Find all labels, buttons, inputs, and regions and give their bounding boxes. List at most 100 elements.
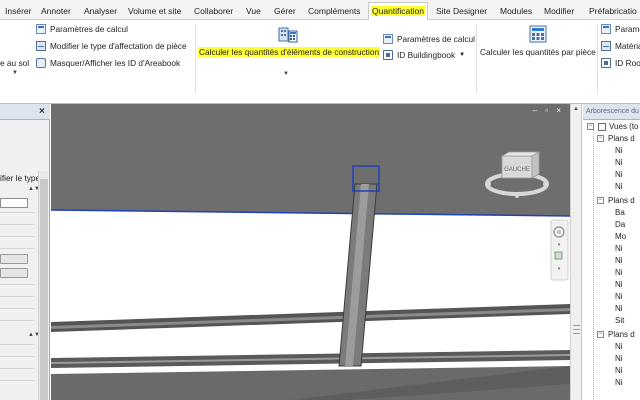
ribbon-panel: e au sol ▼ Paramètres de calcul Modifier…	[0, 20, 640, 104]
edit-icon	[36, 41, 46, 51]
tree-item[interactable]: Ni	[615, 303, 623, 315]
property-value-field[interactable]	[0, 198, 28, 208]
tab-modules[interactable]: Modules	[500, 3, 532, 19]
ribbon-truncated-label: e au sol	[0, 58, 30, 68]
ribbon-truncated-button[interactable]: e au sol	[0, 56, 29, 70]
calc-by-room-label: Calculer les quantités par pièce	[480, 47, 596, 57]
calc-params-label-2: Paramètres de calcul	[397, 34, 475, 44]
viewport-scrollbar[interactable]: ▲	[570, 104, 582, 400]
tree-item[interactable]: Ni	[615, 169, 623, 181]
tree-group-label: Plans d	[608, 330, 635, 339]
id-buildingbook-button[interactable]: ID Buildingbook ▼	[383, 48, 465, 62]
viewport-window-controls[interactable]: ‒ ▫ ×	[533, 106, 564, 115]
ceiling-slab[interactable]	[51, 104, 570, 216]
tab-complements[interactable]: Compléments	[308, 3, 360, 19]
compass-marker-icon	[487, 182, 491, 186]
navigation-bar: ▾ ▾	[550, 219, 569, 281]
collapse-icon[interactable]: −	[597, 197, 604, 204]
tree-item[interactable]: Ni	[615, 353, 623, 365]
toggle-areabook-id-button[interactable]: Masquer/Afficher les ID d'Areabook	[36, 56, 180, 70]
tab-annoter[interactable]: Annoter	[41, 3, 71, 19]
materials-button-truncated[interactable]: Matéria	[601, 39, 640, 53]
scroll-up-icon[interactable]: ▲	[573, 106, 579, 112]
calc-params-button-2[interactable]: Paramètres de calcul	[383, 32, 475, 46]
property-row-divider	[0, 296, 34, 297]
3d-scene[interactable]: GAUCHE ▾ ▾	[51, 104, 570, 400]
tab-vue[interactable]: Vue	[246, 3, 261, 19]
edit-type-label[interactable]: ifier le type	[0, 173, 40, 183]
ribbon-separator	[476, 24, 477, 94]
tree-item[interactable]: Mo	[615, 231, 626, 243]
property-row-divider	[0, 236, 34, 237]
collapse-icon[interactable]: −	[587, 123, 594, 130]
tab-quantification[interactable]: Quantification	[368, 2, 428, 21]
properties-panel: × ifier le type ▲▼ ▲▼	[0, 104, 50, 400]
property-row-divider	[0, 356, 34, 357]
id-buildingbook-label: ID Buildingbook	[397, 50, 456, 60]
calc-params-button-1[interactable]: Paramètres de calcul	[36, 22, 128, 36]
id-room-label-truncated: ID Roo	[615, 58, 640, 68]
3d-viewport[interactable]: GAUCHE ▾ ▾ ‒ ▫ ×	[51, 104, 570, 400]
tree-item[interactable]: Ni	[615, 377, 623, 389]
ribbon-separator	[195, 24, 196, 94]
tree-item[interactable]: Da	[615, 219, 625, 231]
tree-guide-line	[593, 127, 594, 400]
tree-item[interactable]: Ni	[615, 279, 623, 291]
property-row-divider	[0, 320, 34, 321]
tree-item[interactable]: Ni	[615, 365, 623, 377]
collapse-icon[interactable]: −	[597, 135, 604, 142]
tree-item[interactable]: Ni	[615, 291, 623, 303]
calc-elements-caret-icon: ▼	[283, 71, 289, 77]
tab-modifier[interactable]: Modifier	[544, 3, 574, 19]
id-icon	[601, 58, 611, 68]
room-calc-icon	[529, 25, 547, 43]
tree-item[interactable]: Ni	[615, 341, 623, 353]
steering-wheel-hub-icon	[557, 230, 561, 234]
project-browser: Arborescence du − Vues (to − Plans d Ni …	[583, 104, 640, 400]
property-edit-button[interactable]	[0, 268, 28, 278]
close-icon[interactable]: ×	[39, 106, 45, 117]
settings-icon	[601, 24, 611, 34]
params-button-truncated[interactable]: Parame	[601, 22, 640, 36]
id-room-button-truncated[interactable]: ID Roo	[601, 56, 640, 70]
viewcube-face-label: GAUCHE	[504, 167, 530, 173]
tree-item[interactable]: Ni	[615, 255, 623, 267]
tree-item[interactable]: Ni	[615, 145, 623, 157]
tab-volume-et-site[interactable]: Volume et site	[128, 3, 181, 19]
ribbon-separator	[597, 24, 598, 94]
properties-scrollbar[interactable]	[38, 171, 48, 400]
params-label-truncated: Parame	[615, 24, 640, 34]
calc-elements-label: Calculer les quantités d'éléments de con…	[198, 47, 381, 57]
collapse-icon[interactable]: −	[597, 331, 604, 338]
properties-panel-header: ×	[0, 104, 50, 120]
property-row-divider	[0, 380, 34, 381]
dropdown-caret-icon[interactable]: ▼	[12, 70, 18, 76]
tab-inserer[interactable]: Insérer	[5, 3, 31, 19]
building-calc-icon	[278, 27, 298, 43]
tree-item[interactable]: Ni	[615, 157, 623, 169]
tree-item[interactable]: Ba	[615, 207, 625, 219]
viewcube-side[interactable]	[531, 151, 540, 179]
splitter-grip-icon[interactable]	[573, 325, 580, 334]
tree-item[interactable]: Ni	[615, 181, 623, 193]
properties-scroll-thumb[interactable]	[40, 179, 48, 400]
property-edit-button[interactable]	[0, 254, 28, 264]
tab-gerer[interactable]: Gérer	[274, 3, 296, 19]
compass-marker-icon	[515, 194, 519, 198]
tab-prefabrication[interactable]: Préfabricatio	[589, 3, 637, 19]
property-row-divider	[0, 224, 34, 225]
visibility-icon	[36, 58, 46, 68]
tree-root-label: Vues (to	[609, 122, 639, 131]
tree-item[interactable]: Ni	[615, 243, 623, 255]
id-icon	[383, 50, 393, 60]
tree-item[interactable]: Ni	[615, 267, 623, 279]
tab-collaborer[interactable]: Collaborer	[194, 3, 233, 19]
zoom-icon[interactable]	[554, 251, 563, 260]
tab-analyser[interactable]: Analyser	[84, 3, 117, 19]
tab-site-designer[interactable]: Site Designer	[436, 3, 487, 19]
property-row-divider	[0, 248, 34, 249]
settings-icon	[383, 34, 393, 44]
modify-room-type-button[interactable]: Modifier le type d'affectation de pièce	[36, 39, 187, 53]
tree-item[interactable]: Sit	[615, 315, 624, 327]
tab-quantification-label: Quantification	[371, 6, 425, 16]
